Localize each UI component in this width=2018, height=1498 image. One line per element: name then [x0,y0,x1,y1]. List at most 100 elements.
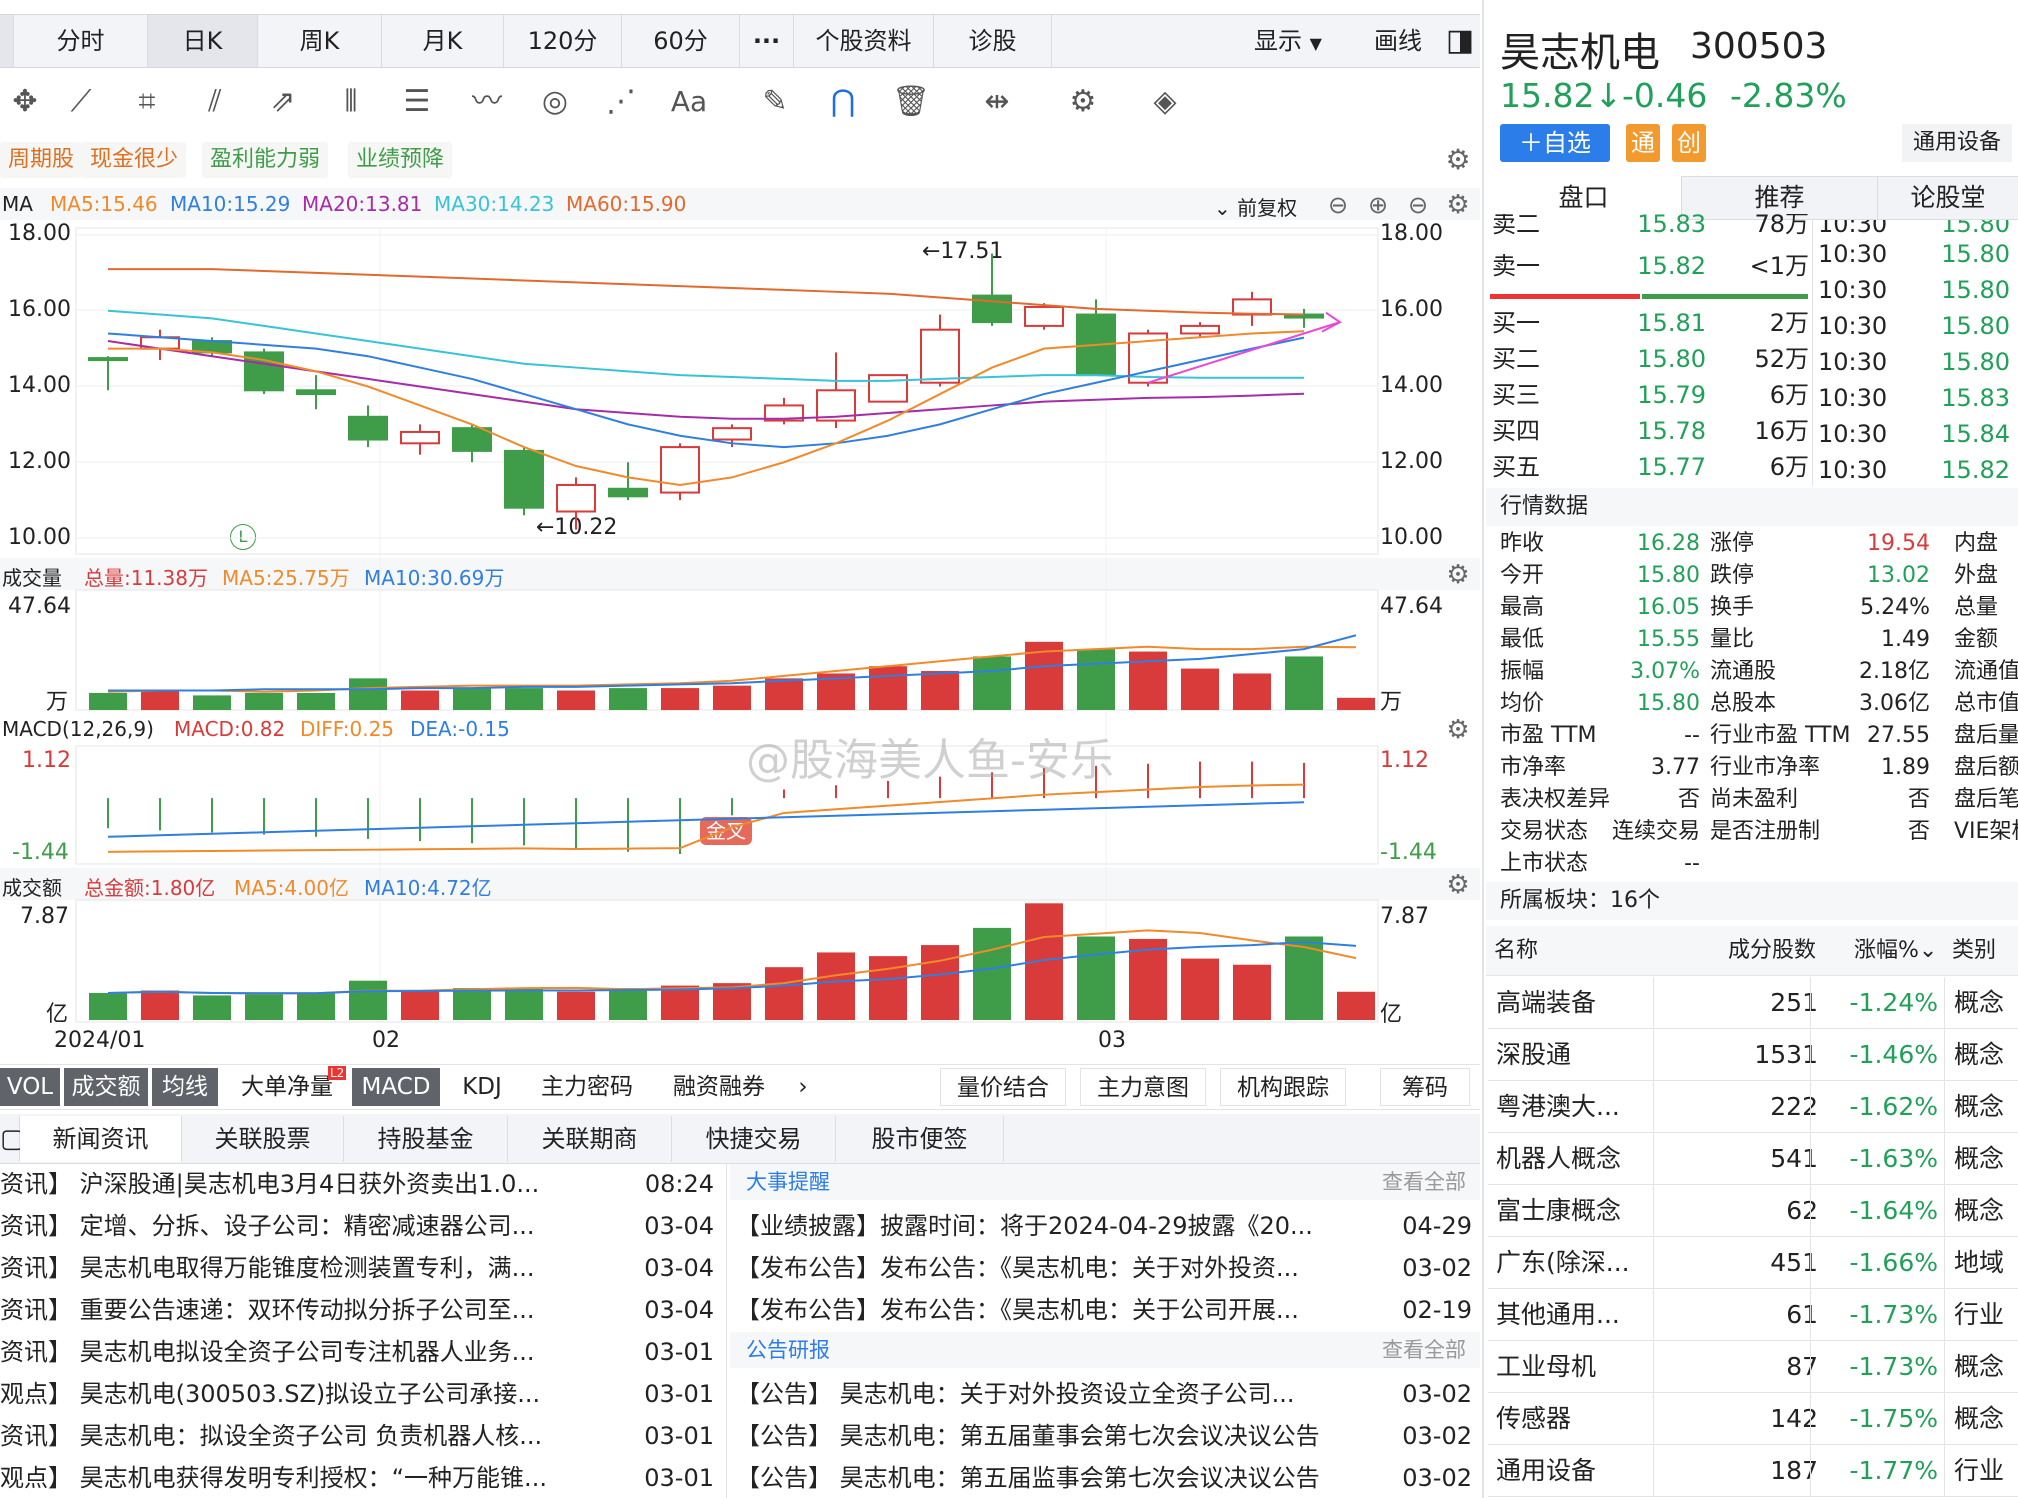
quote-row: 均价 15.80 总股本 3.06亿 总市值 [1500,688,2018,720]
orderbook-row[interactable]: 卖一 15.82 <1万 [1492,248,1817,284]
tick-time: 10:30 [1818,456,1888,484]
col-count[interactable]: 成分股数 [1696,926,1816,976]
list-item[interactable]: 【公告】 昊志机电：第五届董事会第七次会议决议公告 03-02 [730,1415,1480,1457]
tab-macd[interactable]: MACD [352,1068,440,1106]
table-row[interactable]: 工业母机 87 -1.73% 概念 [1488,1341,2018,1393]
events-more-link[interactable]: 查看全部 [1382,1164,1466,1200]
list-item[interactable]: 观点】 昊志机电(300503.SZ)拟设立子公司承接... 03-01 [0,1373,720,1415]
list-item[interactable]: 【公告】 昊志机电：关于对外投资设立全资子公司... 03-02 [730,1373,1480,1415]
orderbook-row[interactable]: 买三 15.79 6万 [1492,377,1817,413]
orderbook-row[interactable]: 买一 15.81 2万 [1492,305,1817,341]
event-title: 【业绩披露】披露时间：将于2024-04-29披露《20... [736,1212,1313,1240]
col-type[interactable]: 类别 [1952,926,1996,976]
amount-bar [609,988,647,1020]
table-row[interactable]: 富士康概念 62 -1.64% 概念 [1488,1185,2018,1237]
ob-volume: 16万 [1754,417,1809,445]
tab-margin[interactable]: 融资融券 [656,1068,782,1106]
tab-institution[interactable]: 机构跟踪 [1220,1068,1346,1106]
event-date: 03-02 [1402,1254,1472,1282]
col-name[interactable]: 名称 [1494,926,1538,976]
tab-futures[interactable]: 关联期商 [508,1116,672,1162]
orderbook-row[interactable]: 卖二 15.83 78万 [1492,214,1817,240]
table-row[interactable]: 通用设备 187 -1.77% 行业 [1488,1445,2018,1497]
notice-date: 03-02 [1402,1422,1472,1450]
table-row[interactable]: 粤港澳大... 222 -1.62% 概念 [1488,1081,2018,1133]
table-row[interactable]: 其他通用... 61 -1.73% 行业 [1488,1289,2018,1341]
quote-value: 否 [1907,787,1930,812]
table-row[interactable]: 机器人概念 541 -1.63% 概念 [1488,1133,2018,1185]
tab-ma[interactable]: 均线 [152,1068,218,1106]
industry-tag[interactable]: 通用设备 [1902,124,2012,162]
sector-change: -1.75% [1849,1404,1938,1433]
candle-body [608,487,648,498]
list-item[interactable]: 观点】 昊志机电获得发明专利授权：“一种万能锥... 03-01 [0,1457,720,1498]
quote-row: 市盈 TTM -- 行业市盈 TTM 27.55 盘后量 [1500,720,2018,752]
list-item[interactable]: 资讯】 昊志机电取得万能锥度检测装置专利，满... 03-04 [0,1247,720,1289]
orderbook-row[interactable]: 买二 15.80 52万 [1492,341,1817,377]
stock-price: 15.82↓ [1500,76,1623,115]
table-row[interactable]: 高端装备 251 -1.24% 概念 [1488,977,2018,1029]
sector-type: 概念 [1954,1092,2005,1121]
tab-kdj[interactable]: KDJ [446,1068,518,1106]
badge-chinext[interactable]: 创 [1672,124,1706,162]
tab-fund-holdings[interactable]: 持股基金 [344,1116,508,1162]
tick-time: 10:30 [1818,240,1888,268]
badge-connect[interactable]: 通 [1626,124,1660,162]
tick-price: 15.84 [1941,420,2010,448]
ob-price: 15.82 [1637,252,1706,280]
col-change[interactable]: 涨幅%⌄ [1854,926,1937,976]
orderbook-row[interactable]: 买四 15.78 16万 [1492,413,1817,449]
divider [1810,1081,1811,1133]
amount-bar [349,980,387,1020]
amount-bar [921,945,959,1020]
chevron-right-icon[interactable]: › [788,1068,818,1106]
list-item[interactable]: 资讯】 昊志机电拟设全资子公司专注机器人业务... 03-01 [0,1331,720,1373]
tab-notes[interactable]: 股市便签 [836,1116,1004,1162]
add-watchlist-button[interactable]: ＋自选 [1500,124,1610,162]
list-item[interactable]: 资讯】 重要公告速递：双环传动拟分拆子公司至... 03-04 [0,1289,720,1331]
divider [1653,1289,1654,1341]
tab-amount[interactable]: 成交额 [64,1068,148,1106]
list-item[interactable]: 【公告】 昊志机电：第五届监事会第七次会议决议公告 03-02 [730,1457,1480,1498]
list-item[interactable]: 资讯】 沪深股通|昊志机电3月4日获外资卖出1.0... 08:24 [0,1163,720,1205]
tab-price-volume[interactable]: 量价结合 [940,1068,1066,1106]
panel-icon[interactable]: ▢ [0,1116,25,1162]
amount-bar [401,990,439,1020]
news-date: 03-04 [644,1296,714,1324]
list-item[interactable]: 【发布公告】发布公告：《昊志机电：关于对外投资... 03-02 [730,1247,1480,1289]
quote-value: 3.77 [1651,755,1700,780]
news-date: 03-04 [644,1212,714,1240]
table-row[interactable]: 传感器 142 -1.75% 概念 [1488,1393,2018,1445]
divider [1812,220,1813,486]
divider [1810,1445,1811,1497]
divider [1944,1185,1945,1237]
tab-main-intent[interactable]: 主力意图 [1080,1068,1206,1106]
quote-label: 内盘 [1954,531,1999,556]
orderbook-row[interactable]: 买五 15.77 6万 [1492,449,1817,485]
kline-chart[interactable] [0,0,1480,1060]
diff-line [107,783,1305,853]
stock-code: 300503 [1690,26,1828,67]
volume-bar [349,678,387,710]
list-item[interactable]: 资讯】 定增、分拆、设子公司：精密减速器公司... 03-04 [0,1205,720,1247]
tab-related-stocks[interactable]: 关联股票 [182,1116,344,1162]
event-date: 04-29 [1402,1212,1472,1240]
tab-forum[interactable]: 论股堂 [1878,176,2018,220]
amount-bar [297,992,335,1020]
list-item[interactable]: 【业绩披露】披露时间：将于2024-04-29披露《20... 04-29 [730,1205,1480,1247]
table-row[interactable]: 广东(除深... 451 -1.66% 地域 [1488,1237,2018,1289]
tab-quick-trade[interactable]: 快捷交易 [672,1116,836,1162]
tab-chips[interactable]: 筹码 [1380,1068,1470,1106]
trend-arrow [1147,321,1341,384]
list-item[interactable]: 资讯】 昊志机电：拟设全资子公司 负责机器人核... 03-01 [0,1415,720,1457]
table-row[interactable]: 深股通 1531 -1.46% 概念 [1488,1029,2018,1081]
divider [1810,1185,1811,1237]
ob-volume: 52万 [1754,345,1809,373]
tab-vol[interactable]: VOL [0,1068,60,1106]
candle-body [452,427,492,452]
list-item[interactable]: 【发布公告】发布公告：《昊志机电：关于公司开展... 02-19 [730,1289,1480,1331]
tab-main-code[interactable]: 主力密码 [524,1068,650,1106]
notices-more-link[interactable]: 查看全部 [1382,1332,1466,1368]
quote-value: 2.18亿 [1859,659,1930,684]
tab-news[interactable]: 新闻资讯 [20,1116,182,1162]
